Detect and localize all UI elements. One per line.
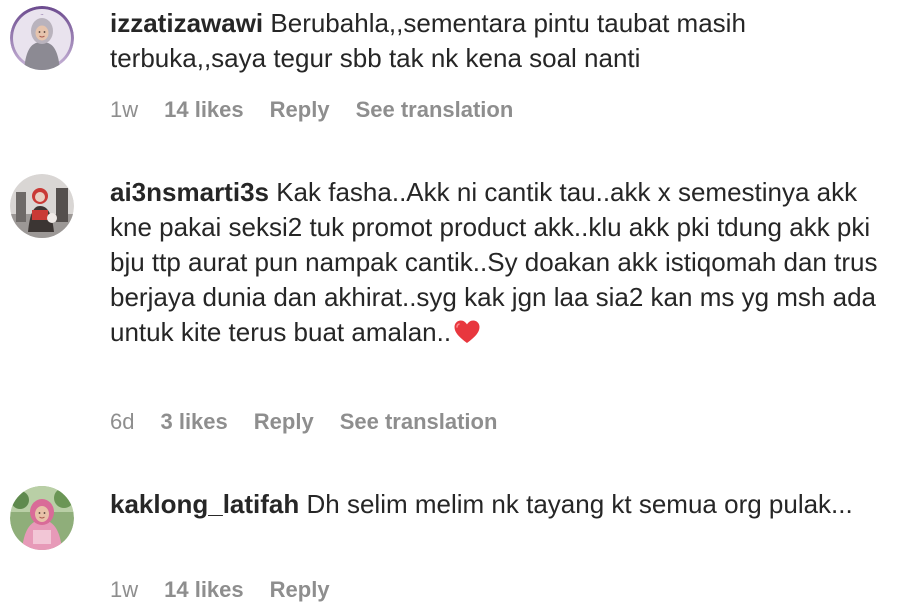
comment-time[interactable]: 6d — [110, 409, 134, 435]
comment-username[interactable]: kaklong_latifah — [110, 489, 299, 519]
avatar[interactable] — [10, 486, 74, 550]
likes-count-button[interactable]: 14 likes — [164, 97, 244, 123]
reply-button[interactable]: Reply — [254, 409, 314, 435]
comment-text-block: ai3nsmarti3s Kak fasha..Akk ni cantik ta… — [110, 175, 900, 350]
comment-meta: 6d 3 likes Reply See translation — [110, 407, 523, 437]
comment-text: Dh selim melim nk tayang kt semua org pu… — [306, 489, 853, 519]
reply-button[interactable]: Reply — [270, 97, 330, 123]
see-translation-button[interactable]: See translation — [356, 97, 514, 123]
likes-count-button[interactable]: 14 likes — [164, 577, 244, 603]
see-translation-button[interactable]: See translation — [340, 409, 498, 435]
comment-meta: 1w 14 likes Reply See translation — [110, 95, 539, 125]
comment-username[interactable]: ai3nsmarti3s — [110, 177, 269, 207]
comment-text-block: kaklong_latifah Dh selim melim nk tayang… — [110, 487, 900, 522]
comment-text-block: izzatizawawi Berubahla,,sementara pintu … — [110, 6, 900, 76]
avatar[interactable]: ~ — [10, 6, 74, 70]
comment-time[interactable]: 1w — [110, 577, 138, 603]
profile-photo-icon: ~ — [10, 6, 74, 70]
avatar[interactable] — [10, 174, 74, 238]
profile-photo-icon — [10, 486, 74, 550]
likes-count-button[interactable]: 3 likes — [160, 409, 227, 435]
comment-username[interactable]: izzatizawawi — [110, 8, 263, 38]
svg-text:~: ~ — [40, 12, 43, 17]
profile-photo-icon — [10, 174, 74, 238]
red-heart-icon — [453, 319, 481, 345]
reply-button[interactable]: Reply — [270, 577, 330, 603]
comment-meta: 1w 14 likes Reply — [110, 575, 356, 605]
comment-time[interactable]: 1w — [110, 97, 138, 123]
